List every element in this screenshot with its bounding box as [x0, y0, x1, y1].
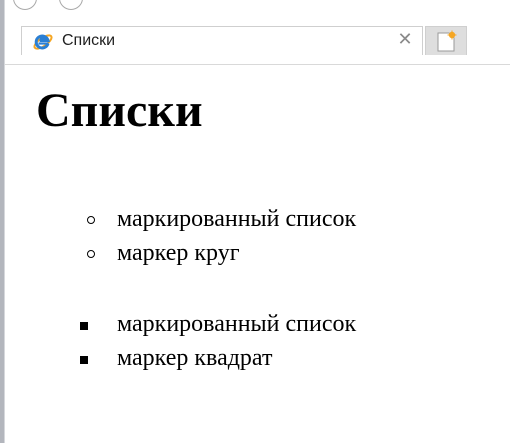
forward-button-edge[interactable]	[59, 0, 83, 10]
browser-window: Списки ✕ Списки маркированный список мар…	[0, 0, 510, 443]
page-title: Списки	[36, 84, 203, 137]
page-content: Списки маркированный список маркер круг …	[5, 65, 510, 443]
list-item-text: маркер круг	[117, 240, 240, 266]
square-bullet-icon	[80, 356, 88, 364]
toolbar-remnant	[5, 0, 510, 14]
back-button-edge[interactable]	[13, 0, 37, 10]
new-tab-icon	[437, 30, 457, 52]
list-item-text: маркированный список	[117, 311, 357, 337]
list-item-text: маркер квадрат	[117, 345, 273, 371]
tab-title: Списки	[62, 32, 116, 49]
square-bullet-icon	[80, 322, 88, 330]
circle-bullet-icon	[87, 216, 95, 224]
tab-active[interactable]: Списки ✕	[21, 26, 423, 55]
tab-bar: Списки ✕	[5, 14, 510, 65]
list-item-text: маркированный список	[117, 206, 357, 232]
new-tab-button[interactable]	[425, 26, 467, 55]
circle-bullet-icon	[87, 250, 95, 258]
close-icon[interactable]: ✕	[394, 29, 416, 51]
ie-logo-icon	[32, 31, 54, 53]
